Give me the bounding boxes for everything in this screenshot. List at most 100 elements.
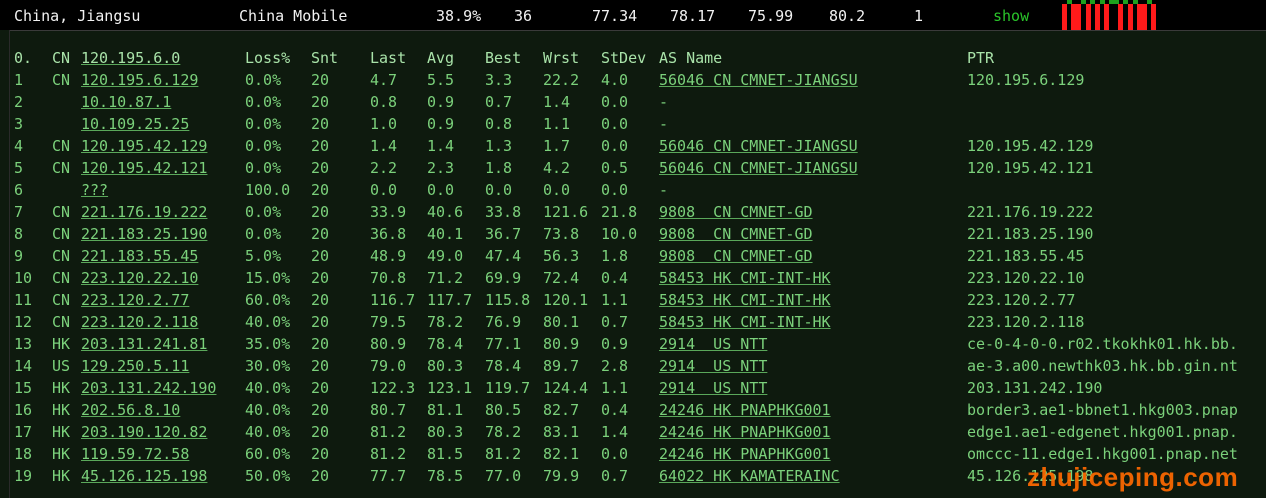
cell-avg: 0.9 [427, 115, 455, 133]
col-loss: Loss% [245, 49, 291, 67]
summary-avg: 78.17 [670, 7, 716, 25]
cell-wrst: 82.7 [543, 401, 580, 419]
table-row: 8 CN 221.183.25.190 0.0% 20 36.8 40.1 36.7 73.8 1… [0, 223, 1266, 245]
summary-count: 1 [914, 7, 924, 25]
cell-last: 79.0 [370, 357, 407, 375]
cell-as[interactable]: 56046 CN CMNET-JIANGSU [659, 69, 858, 91]
cell-avg: 80.3 [427, 423, 464, 441]
col-cc: CN [52, 49, 71, 67]
cell-ip[interactable]: 221.176.19.222 [81, 201, 207, 223]
cell-cc: HK [52, 445, 71, 463]
show-link[interactable]: show [993, 6, 1029, 26]
cell-last: 48.9 [370, 247, 407, 265]
cell-ip[interactable]: 10.10.87.1 [81, 91, 171, 113]
cell-loss: 0.0% [245, 71, 282, 89]
cell-ip[interactable]: 120.195.42.121 [81, 157, 207, 179]
table-row: 1 CN 120.195.6.129 0.0% 20 4.7 5.5 3.3 22.2 4.0 56… [0, 69, 1266, 91]
cell-cc: US [52, 357, 71, 375]
cell-avg: 1.4 [427, 137, 455, 155]
sparkline-bar [1085, 4, 1091, 30]
sparkline-bar [1127, 4, 1133, 30]
cell-cc: CN [52, 313, 71, 331]
col-ptr: PTR [967, 49, 995, 67]
cell-as[interactable]: 2914 US NTT [659, 333, 767, 355]
cell-ip[interactable]: 129.250.5.11 [81, 355, 189, 377]
col-as-name: AS Name [659, 49, 723, 67]
cell-ip[interactable]: ??? [81, 179, 108, 201]
cell-as[interactable]: 24246 HK PNAPHKG001 [659, 421, 831, 443]
cell-loss: 60.0% [245, 291, 291, 309]
watermark: zhujiceping.com [1027, 462, 1239, 492]
cell-hop: 18 [14, 445, 33, 463]
cell-as[interactable]: 24246 HK PNAPHKG001 [659, 443, 831, 465]
table-row: 10 CN 223.120.22.10 15.0% 20 70.8 71.2 69.9 72.4… [0, 267, 1266, 289]
col-hop: 0. [14, 49, 33, 67]
cell-as[interactable]: 9808 CN CMNET-GD [659, 201, 813, 223]
cell-ip[interactable]: 223.120.2.77 [81, 289, 189, 311]
sparkline-bar [1076, 4, 1082, 30]
cell-cc: CN [52, 247, 71, 265]
cell-as[interactable]: 58453 HK CMI-INT-HK [659, 289, 831, 311]
cell-snt: 20 [311, 401, 330, 419]
cell-as[interactable]: 9808 CN CMNET-GD [659, 245, 813, 267]
cell-wrst: 73.8 [543, 225, 580, 243]
cell-hop: 6 [14, 181, 24, 199]
cell-ip[interactable]: 120.195.42.129 [81, 135, 207, 157]
cell-as[interactable]: 58453 HK CMI-INT-HK [659, 267, 831, 289]
cell-wrst: 4.2 [543, 159, 571, 177]
cell-snt: 20 [311, 269, 330, 287]
cell-as[interactable]: 2914 US NTT [659, 377, 767, 399]
provider-label: China Mobile [239, 7, 348, 25]
cell-as[interactable]: 56046 CN CMNET-JIANGSU [659, 157, 858, 179]
cell-as[interactable]: 24246 HK PNAPHKG001 [659, 399, 831, 421]
table-row: 11 CN 223.120.2.77 60.0% 20 116.7 117.7 115.8 12… [0, 289, 1266, 311]
cell-best: 77.0 [485, 467, 522, 485]
cell-ip[interactable]: 203.131.241.81 [81, 333, 207, 355]
cell-last: 2.2 [370, 159, 398, 177]
cell-last: 0.0 [370, 181, 398, 199]
cell-ip[interactable]: 223.120.22.10 [81, 267, 198, 289]
cell-last: 77.7 [370, 467, 407, 485]
cell-ip[interactable]: 223.120.2.118 [81, 311, 198, 333]
cell-avg: 49.0 [427, 247, 464, 265]
cell-loss: 0.0% [245, 159, 282, 177]
cell-cc: CN [52, 203, 71, 221]
cell-best: 119.7 [485, 379, 531, 397]
cell-best: 47.4 [485, 247, 522, 265]
cell-ip[interactable]: 45.126.125.198 [81, 465, 207, 487]
cell-stdev: 0.7 [601, 313, 629, 331]
cell-ip[interactable]: 203.131.242.190 [81, 377, 216, 399]
col-ip[interactable]: 120.195.6.0 [81, 47, 180, 69]
cell-ip[interactable]: 202.56.8.10 [81, 399, 180, 421]
cell-ip[interactable]: 221.183.25.190 [81, 223, 207, 245]
cell-cc: HK [52, 423, 71, 441]
cell-loss: 5.0% [245, 247, 282, 265]
cell-wrst: 124.4 [543, 379, 589, 397]
cell-snt: 20 [311, 115, 330, 133]
cell-snt: 20 [311, 225, 330, 243]
cell-loss: 40.0% [245, 379, 291, 397]
cell-as[interactable]: 64022 HK KAMATERAINC [659, 465, 840, 487]
cell-ip[interactable]: 203.190.120.82 [81, 421, 207, 443]
cell-last: 0.8 [370, 93, 398, 111]
summary-loss: 38.9% [436, 7, 482, 25]
cell-as[interactable]: 9808 CN CMNET-GD [659, 223, 813, 245]
cell-as[interactable]: 56046 CN CMNET-JIANGSU [659, 135, 858, 157]
cell-best: 81.2 [485, 445, 522, 463]
cell-ip[interactable]: 119.59.72.58 [81, 443, 189, 465]
cell-ip[interactable]: 10.109.25.25 [81, 113, 189, 135]
cell-as[interactable]: 2914 US NTT [659, 355, 767, 377]
cell-ip[interactable]: 221.183.55.45 [81, 245, 198, 267]
cell-wrst: 120.1 [543, 291, 589, 309]
cell-best: 76.9 [485, 313, 522, 331]
cell-avg: 78.5 [427, 467, 464, 485]
cell-cc: CN [52, 159, 71, 177]
table-row: 12 CN 223.120.2.118 40.0% 20 79.5 78.2 76.9 80.1… [0, 311, 1266, 333]
cell-last: 33.9 [370, 203, 407, 221]
cell-stdev: 10.0 [601, 225, 638, 243]
cell-best: 0.8 [485, 115, 513, 133]
cell-ip[interactable]: 120.195.6.129 [81, 69, 198, 91]
cell-stdev: 0.0 [601, 445, 629, 463]
cell-as[interactable]: 58453 HK CMI-INT-HK [659, 311, 831, 333]
cell-hop: 16 [14, 401, 33, 419]
